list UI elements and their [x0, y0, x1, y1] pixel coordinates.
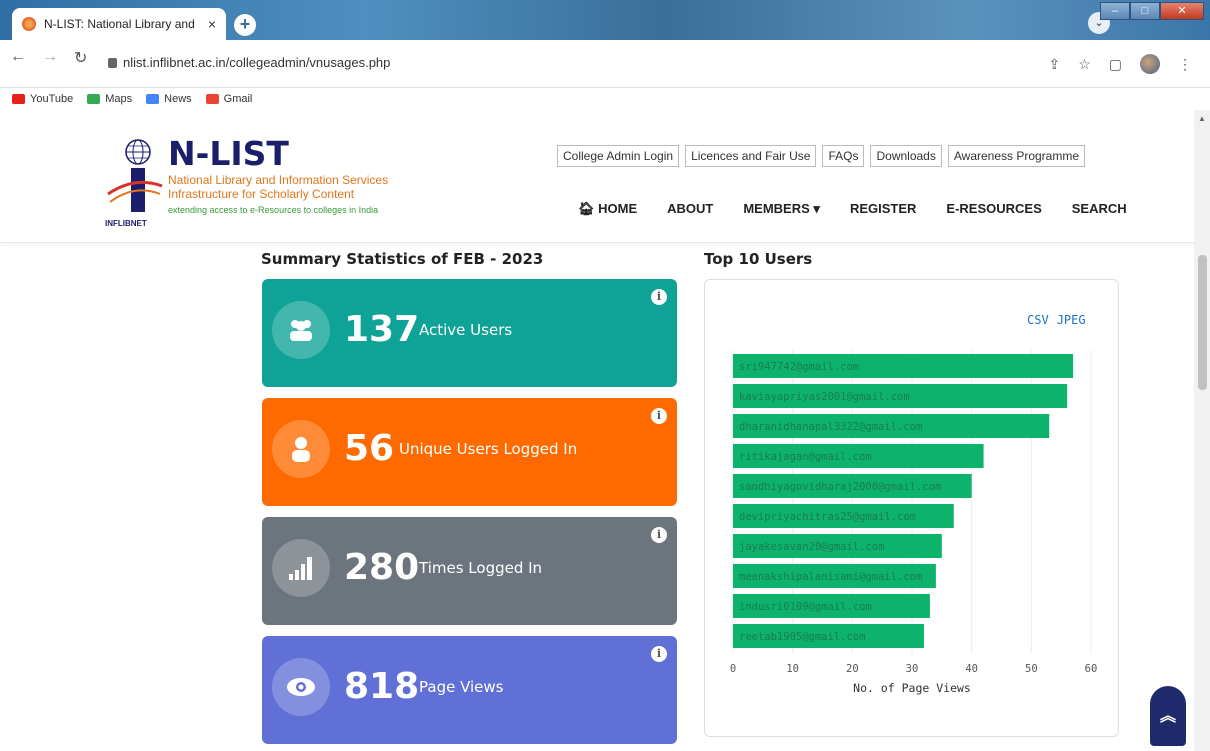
unique-users-value: 56	[344, 428, 395, 469]
nav-e-resources[interactable]: E-RESOURCES	[946, 201, 1041, 217]
eye-icon	[272, 658, 330, 716]
times-logged-in-value: 280	[344, 547, 420, 588]
unique-users-label: Unique Users Logged In	[399, 440, 578, 458]
browser-titlebar: N-LIST: National Library and Info × + ⌄ …	[0, 0, 1210, 40]
brand-line-1: National Library and Information Service…	[168, 173, 389, 187]
new-tab-button[interactable]: +	[234, 14, 256, 36]
info-icon[interactable]: i	[651, 408, 667, 424]
profile-avatar[interactable]	[1140, 54, 1160, 74]
address-bar: ← → ↻ nlist.inflibnet.ac.in/collegeadmin…	[0, 40, 1210, 88]
page-views-value: 818	[344, 666, 420, 707]
minimize-button[interactable]: –	[1100, 2, 1130, 20]
page-scrollbar[interactable]: ▲	[1194, 110, 1210, 751]
share-icon[interactable]: ⇪	[1048, 56, 1060, 73]
browser-tab[interactable]: N-LIST: National Library and Info ×	[12, 8, 226, 40]
page-content: INFLIBNET N-LIST National Library and In…	[0, 110, 1194, 751]
scroll-thumb[interactable]	[1198, 255, 1207, 390]
bookmark-youtube[interactable]: YouTube	[12, 93, 73, 105]
site-favicon-icon	[22, 17, 36, 31]
downloads-link[interactable]: Downloads	[870, 145, 942, 167]
user-icon	[272, 420, 330, 478]
signal-icon	[272, 539, 330, 597]
nav-home[interactable]: 🏠︎ HOME	[578, 201, 637, 217]
tab-title: N-LIST: National Library and Info	[44, 17, 194, 31]
active-users-label: Active Users	[419, 321, 513, 339]
bookmark-star-icon[interactable]: ☆	[1078, 56, 1091, 73]
brand-tagline: extending access to e-Resources to colle…	[168, 205, 379, 215]
bookmarks-bar: YouTube Maps News Gmail	[0, 88, 1210, 110]
awareness-programme-link[interactable]: Awareness Programme	[947, 145, 1086, 167]
bookmark-maps[interactable]: Maps	[87, 93, 132, 105]
nav-about[interactable]: ABOUT	[667, 201, 713, 217]
forward-arrow-icon[interactable]: →	[42, 48, 58, 68]
brand-name: N-LIST	[168, 134, 289, 173]
top-users-chart-panel	[704, 279, 1119, 737]
lock-icon	[108, 57, 117, 68]
times-logged-in-label: Times Logged In	[419, 559, 543, 577]
csv-link[interactable]: CSV	[1027, 313, 1049, 327]
card-unique-users: 56 Unique Users Logged In i	[262, 398, 677, 506]
active-users-value: 137	[344, 309, 420, 350]
summary-title: Summary Statistics of FEB - 2023	[261, 250, 544, 268]
college-admin-login-link[interactable]: College Admin Login	[557, 145, 680, 167]
url-text: nlist.inflibnet.ac.in/collegeadmin/vnusa…	[123, 55, 391, 70]
card-times-logged-in: 280 Times Logged In i	[262, 517, 677, 625]
back-to-top-button[interactable]: ︽	[1150, 686, 1186, 746]
reload-icon[interactable]: ↻	[74, 48, 87, 68]
url-field[interactable]: nlist.inflibnet.ac.in/collegeadmin/vnusa…	[108, 55, 390, 70]
chart-export-links: CSV JPEG	[1027, 313, 1086, 327]
top-users-title: Top 10 Users	[704, 250, 813, 268]
back-arrow-icon[interactable]: ←	[10, 48, 26, 68]
youtube-icon	[12, 94, 25, 104]
info-icon[interactable]: i	[651, 646, 667, 662]
scroll-up-icon[interactable]: ▲	[1198, 114, 1206, 123]
inflibnet-logo[interactable]: INFLIBNET	[104, 136, 164, 230]
top-links: College Admin Login Licences and Fair Us…	[557, 145, 1086, 167]
faqs-link[interactable]: FAQs	[822, 145, 865, 167]
info-icon[interactable]: i	[651, 289, 667, 305]
close-window-button[interactable]: ✕	[1160, 2, 1204, 20]
logo-text: INFLIBNET	[105, 219, 147, 228]
brand-block: N-LIST National Library and Information …	[168, 134, 388, 215]
bookmark-gmail[interactable]: Gmail	[205, 93, 252, 105]
maps-icon	[87, 94, 101, 104]
double-chevron-up-icon: ︽	[1159, 708, 1176, 725]
users-icon	[272, 301, 330, 359]
main-nav: 🏠︎ HOME ABOUT MEMBERS ▾ REGISTER E-RESOU…	[578, 201, 1127, 217]
card-page-views: 818 Page Views i	[262, 636, 677, 744]
sidepanel-icon[interactable]: ▢	[1109, 56, 1122, 73]
jpeg-link[interactable]: JPEG	[1057, 313, 1086, 327]
info-icon[interactable]: i	[651, 527, 667, 543]
card-active-users: 137 Active Users i	[262, 279, 677, 387]
news-icon	[146, 94, 160, 104]
menu-kebab-icon[interactable]: ⋮	[1178, 56, 1192, 73]
nav-register[interactable]: REGISTER	[850, 201, 916, 217]
tab-close-icon[interactable]: ×	[208, 16, 216, 32]
maximize-button[interactable]: □	[1130, 2, 1160, 20]
gmail-icon	[205, 94, 219, 104]
site-header: INFLIBNET N-LIST National Library and In…	[0, 110, 1194, 243]
nav-members[interactable]: MEMBERS ▾	[743, 201, 820, 217]
bookmark-news[interactable]: News	[146, 93, 192, 105]
brand-line-2: Infrastructure for Scholarly Content	[168, 187, 355, 201]
window-controls: – □ ✕	[1100, 2, 1204, 20]
nav-search[interactable]: SEARCH	[1072, 201, 1127, 217]
home-icon: 🏠︎	[578, 201, 599, 216]
licences-link[interactable]: Licences and Fair Use	[685, 145, 817, 167]
page-views-label: Page Views	[419, 678, 504, 696]
